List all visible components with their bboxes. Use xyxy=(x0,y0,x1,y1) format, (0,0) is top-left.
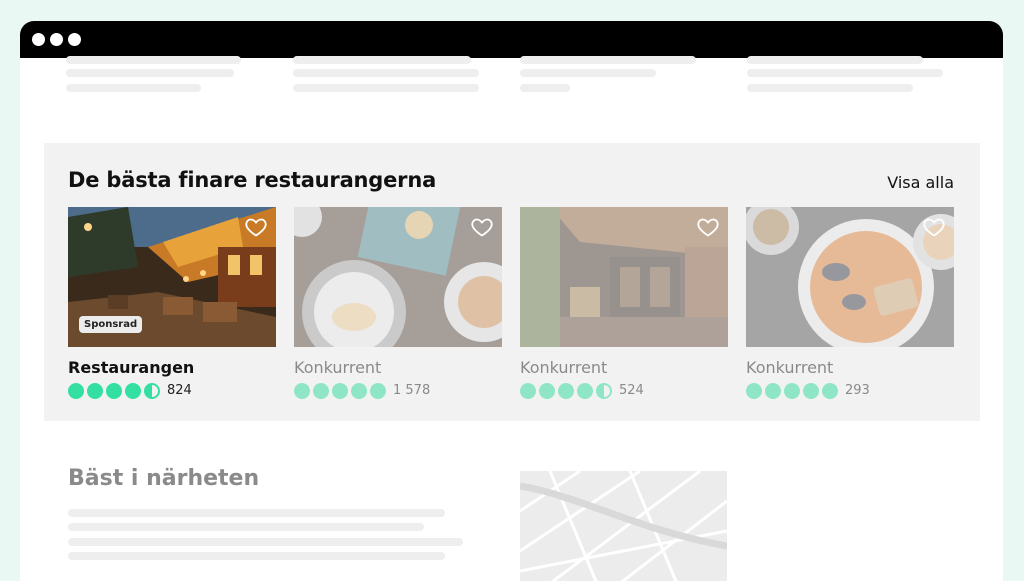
rating-bubble xyxy=(87,382,103,399)
heart-icon[interactable] xyxy=(922,215,946,239)
rating-bubble xyxy=(803,382,819,399)
rating-bubbles: 1 578 xyxy=(294,382,430,399)
rating-bubble xyxy=(370,382,386,399)
rating-bubble xyxy=(351,382,367,399)
rating-bubble-half xyxy=(144,382,160,399)
window-dot-icon[interactable] xyxy=(50,33,63,46)
window-dot-icon[interactable] xyxy=(32,33,45,46)
skeleton-line xyxy=(747,56,923,64)
rating-bubbles: 293 xyxy=(746,382,870,399)
rating-bubble xyxy=(106,382,122,399)
rating-bubbles: 824 xyxy=(68,382,192,399)
rating-bubble xyxy=(577,382,593,399)
skeleton-line xyxy=(520,84,570,92)
rating-bubble xyxy=(520,382,536,399)
featured-restaurants-section: De bästa finare restaurangerna Visa alla xyxy=(44,143,980,421)
window-dot-icon[interactable] xyxy=(68,33,81,46)
skeleton-line xyxy=(747,69,943,77)
skeleton-line xyxy=(66,84,201,92)
rating-bubble xyxy=(68,382,84,399)
review-count: 1 578 xyxy=(393,383,431,398)
skeleton-line xyxy=(68,523,424,531)
skeleton-line xyxy=(66,56,241,64)
rating-bubble xyxy=(765,382,781,399)
skeleton-line xyxy=(747,84,913,92)
heart-icon[interactable] xyxy=(244,215,268,239)
rating-bubble xyxy=(784,382,800,399)
skeleton-line xyxy=(68,509,445,517)
rating-bubble xyxy=(558,382,574,399)
restaurant-name[interactable]: Konkurrent xyxy=(520,358,607,377)
nearby-section-title: Bäst i närheten xyxy=(68,466,260,491)
skeleton-line xyxy=(68,538,463,546)
view-all-link[interactable]: Visa alla xyxy=(887,173,954,192)
section-title: De bästa finare restaurangerna xyxy=(68,168,437,192)
rating-bubble xyxy=(294,382,310,399)
restaurant-card[interactable]: Konkurrent 1 578 xyxy=(294,207,502,399)
review-count: 524 xyxy=(619,383,644,398)
rating-bubbles: 524 xyxy=(520,382,644,399)
review-count: 824 xyxy=(167,383,192,398)
rating-bubble xyxy=(332,382,348,399)
skeleton-line xyxy=(293,84,479,92)
window-titlebar xyxy=(20,21,1003,58)
restaurant-name[interactable]: Restaurangen xyxy=(68,358,194,377)
rating-bubble xyxy=(125,382,141,399)
heart-icon[interactable] xyxy=(696,215,720,239)
sponsored-badge: Sponsrad xyxy=(79,316,143,333)
skeleton-line xyxy=(66,69,234,77)
rating-bubble-half xyxy=(596,382,612,399)
restaurant-card[interactable]: Konkurrent 524 xyxy=(520,207,728,399)
rating-bubble xyxy=(746,382,762,399)
skeleton-line xyxy=(520,56,696,64)
review-count: 293 xyxy=(845,383,870,398)
skeleton-line xyxy=(68,552,445,560)
skeleton-line xyxy=(293,69,479,77)
map-preview[interactable] xyxy=(520,471,727,581)
restaurant-card[interactable]: Sponsrad Restaurangen 824 xyxy=(68,207,276,399)
restaurant-name[interactable]: Konkurrent xyxy=(294,358,381,377)
browser-window: De bästa finare restaurangerna Visa alla xyxy=(20,21,1003,581)
rating-bubble xyxy=(313,382,329,399)
rating-bubble xyxy=(539,382,555,399)
restaurant-card[interactable]: Konkurrent 293 xyxy=(746,207,954,399)
restaurant-name[interactable]: Konkurrent xyxy=(746,358,833,377)
heart-icon[interactable] xyxy=(470,215,494,239)
skeleton-line xyxy=(293,56,471,64)
rating-bubble xyxy=(822,382,838,399)
skeleton-line xyxy=(520,69,656,77)
